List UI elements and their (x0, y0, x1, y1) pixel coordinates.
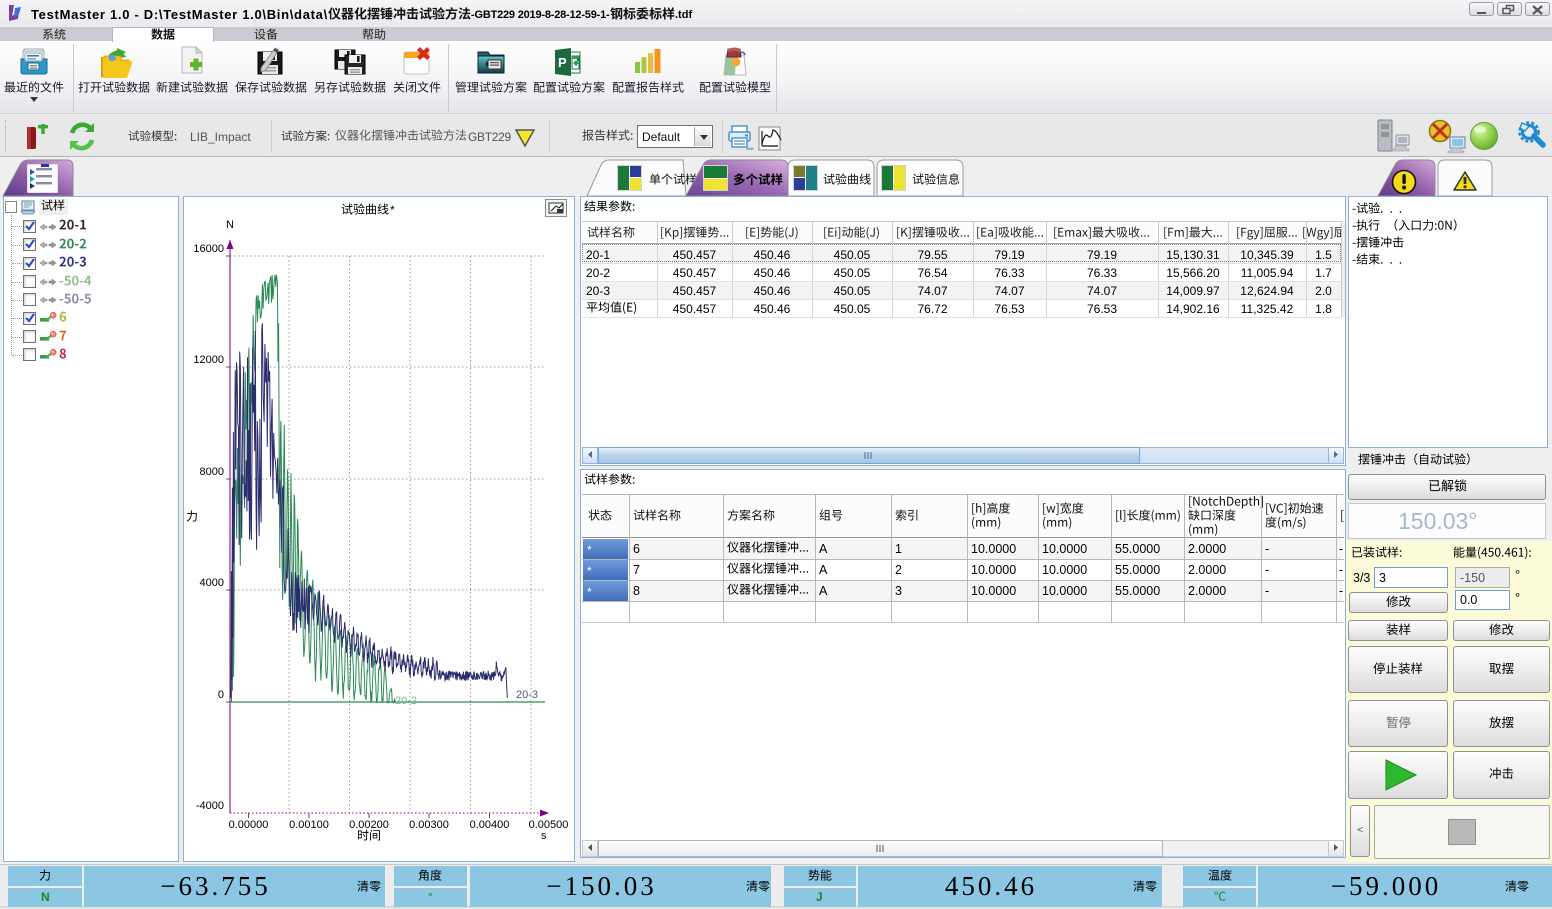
svg-text:4000: 4000 (200, 577, 224, 589)
svg-text:16000: 16000 (193, 243, 224, 255)
svg-text:20-2: 20-2 (395, 695, 417, 707)
svg-text:0.00400: 0.00400 (470, 819, 510, 831)
svg-text:N: N (226, 219, 234, 231)
svg-text:0.00500: 0.00500 (529, 819, 569, 831)
svg-text:s: s (541, 830, 547, 842)
svg-text:0.00200: 0.00200 (349, 819, 389, 831)
svg-text:0.00100: 0.00100 (289, 819, 329, 831)
svg-text:0: 0 (218, 689, 224, 701)
svg-text:0.00000: 0.00000 (229, 819, 269, 831)
svg-text:12000: 12000 (193, 354, 224, 366)
svg-text:-4000: -4000 (196, 800, 224, 812)
svg-text:20-3: 20-3 (516, 689, 538, 701)
svg-text:0.00300: 0.00300 (409, 819, 449, 831)
svg-text:P: P (558, 55, 567, 70)
svg-text:8000: 8000 (200, 466, 224, 478)
